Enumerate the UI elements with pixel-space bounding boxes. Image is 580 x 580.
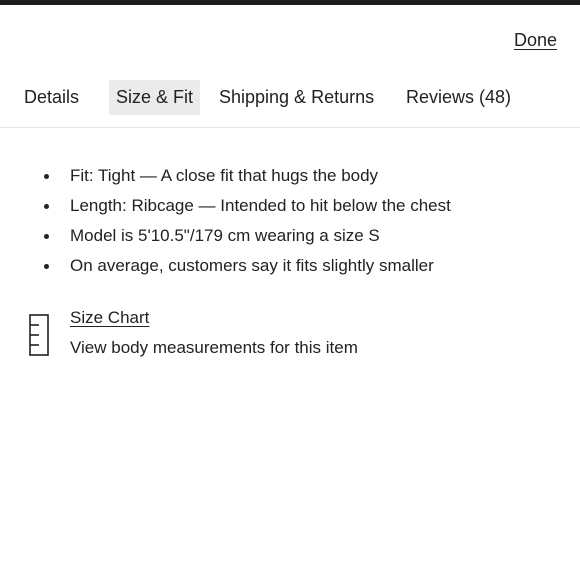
tab-bar: Details Size & Fit Shipping & Returns Re…	[0, 80, 580, 128]
tab-size-fit[interactable]: Size & Fit	[109, 80, 201, 115]
ruler-icon	[29, 314, 49, 356]
bullet-dot-icon	[44, 204, 49, 209]
bullet-dot-icon	[44, 264, 49, 269]
tab-shipping-returns[interactable]: Shipping & Returns	[212, 80, 381, 115]
fit-detail-text: On average, customers say it fits slight…	[70, 256, 434, 275]
size-chart-section: Size Chart View body measurements for th…	[29, 306, 449, 366]
tab-reviews[interactable]: Reviews (48)	[399, 80, 518, 115]
size-chart-link[interactable]: Size Chart	[70, 306, 149, 330]
top-bar	[0, 0, 580, 5]
done-button[interactable]: Done	[514, 30, 557, 51]
fit-detail-text: Fit: Tight — A close fit that hugs the b…	[70, 166, 379, 185]
bullet-dot-icon	[44, 174, 49, 179]
tab-details[interactable]: Details	[17, 80, 86, 115]
size-chart-description: View body measurements for this item	[70, 338, 358, 357]
fit-detail-text: Length: Ribcage — Intended to hit below …	[70, 196, 451, 215]
bullet-dot-icon	[44, 234, 49, 239]
fit-detail-text: Model is 5'10.5"/179 cm wearing a size S	[70, 226, 380, 245]
